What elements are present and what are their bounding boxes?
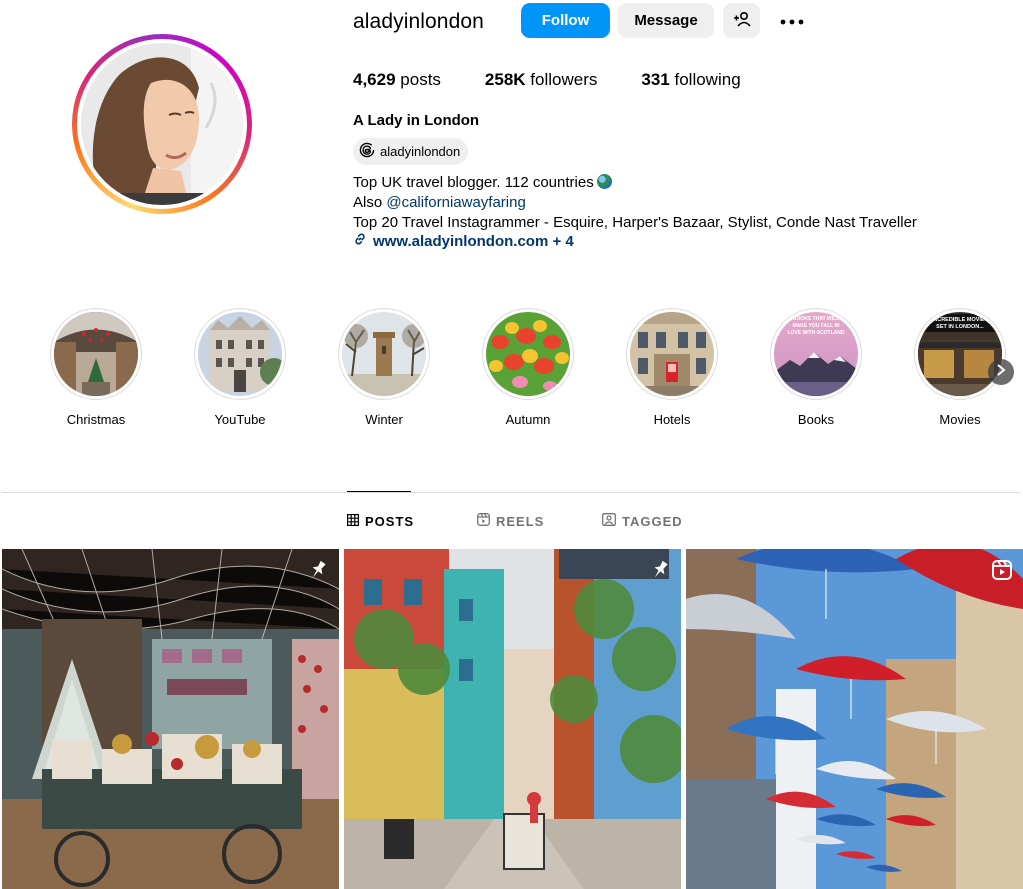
highlight-label: Books (797, 412, 835, 427)
active-tab-indicator (347, 491, 411, 492)
section-divider (2, 492, 1021, 493)
tab-label: POSTS (365, 513, 415, 529)
bio-line-3: Top 20 Travel Instagrammer - Esquire, Ha… (353, 214, 917, 231)
highlight-winter[interactable]: Winter (338, 308, 430, 427)
post-image-christmas-shop (2, 549, 339, 889)
highlight-label: Movies (939, 412, 981, 427)
bio-line-1: Top UK travel blogger. 112 countries (353, 174, 594, 191)
bio-line-2-prefix: Also (353, 194, 387, 211)
profile-picture-ring[interactable] (72, 34, 252, 214)
highlight-label: Hotels (653, 412, 691, 427)
highlight-cover-youtube (198, 312, 282, 396)
add-person-icon (733, 10, 751, 32)
reel-icon (991, 559, 1013, 586)
highlight-label: Winter (365, 412, 403, 427)
posts-stat: 4,629 posts (353, 70, 441, 89)
more-options-button[interactable] (770, 3, 814, 38)
highlight-cover-winter (342, 312, 426, 396)
profile-stats: 4,629 posts 258K followers 331 following (353, 70, 741, 90)
pin-icon (307, 559, 329, 586)
tab-reels[interactable]: REELS (477, 508, 544, 534)
external-links[interactable]: www.aladyinlondon.com + 4 (353, 232, 574, 250)
highlight-christmas[interactable]: Christmas (50, 308, 142, 427)
profile-username: aladyinlondon (353, 10, 484, 33)
highlight-label: YouTube (214, 412, 266, 427)
globe-icon (596, 174, 612, 189)
post-image-umbrellas-alley (686, 549, 1023, 889)
highlight-autumn[interactable]: Autumn (482, 308, 574, 427)
link-icon (353, 232, 367, 250)
svg-text:MAKE YOU FALL IN: MAKE YOU FALL IN (792, 323, 839, 329)
profile-picture[interactable] (81, 43, 243, 205)
ellipsis-icon (780, 12, 804, 29)
following-link[interactable]: 331 following (641, 70, 740, 90)
reels-icon (477, 513, 490, 529)
chevron-right-icon (996, 363, 1006, 381)
threads-icon (359, 142, 375, 161)
post-image-colourful-courtyard (344, 549, 681, 889)
more-links[interactable]: + 4 (548, 233, 573, 250)
website-link[interactable]: www.aladyinlondon.com (373, 233, 548, 250)
threads-handle: aladyinlondon (380, 144, 461, 159)
svg-text:LOVE WITH SCOTLAND: LOVE WITH SCOTLAND (788, 330, 845, 336)
highlights-next-button[interactable] (988, 359, 1014, 385)
post-tile-1[interactable] (2, 549, 339, 889)
svg-text:BOOKS THAT WILL: BOOKS THAT WILL (793, 316, 839, 322)
tab-posts[interactable]: POSTS (347, 508, 414, 534)
highlight-cover-christmas (54, 312, 138, 396)
highlight-youtube[interactable]: YouTube (194, 308, 286, 427)
highlight-label: Autumn (505, 412, 551, 427)
svg-text:INCREDIBLE MOVIES: INCREDIBLE MOVIES (932, 317, 989, 323)
svg-text:SET IN LONDON...: SET IN LONDON... (936, 324, 984, 330)
tab-label: TAGGED (622, 513, 683, 529)
threads-badge[interactable]: aladyinlondon (353, 138, 469, 165)
profile-bio: Top UK travel blogger. 112 countries Als… (353, 173, 917, 233)
highlight-cover-movies: INCREDIBLE MOVIES SET IN LONDON... (918, 312, 1002, 396)
highlight-books[interactable]: BOOKS THAT WILL MAKE YOU FALL IN LOVE WITH… (770, 308, 862, 427)
follow-button[interactable]: Follow (521, 3, 610, 38)
tab-tagged[interactable]: TAGGED (602, 508, 683, 534)
followers-link[interactable]: 258K followers (485, 70, 597, 90)
bio-mention-link[interactable]: @californiawayfaring (386, 194, 525, 211)
highlight-label: Christmas (66, 412, 126, 427)
highlight-cover-hotels (630, 312, 714, 396)
highlight-hotels[interactable]: Hotels (626, 308, 718, 427)
highlight-cover-autumn (486, 312, 570, 396)
grid-icon (347, 513, 360, 529)
post-tile-3[interactable] (686, 549, 1023, 889)
highlight-cover-books: BOOKS THAT WILL MAKE YOU FALL IN LOVE WITH… (774, 312, 858, 396)
post-tile-2[interactable] (344, 549, 681, 889)
tagged-icon (602, 513, 616, 529)
profile-full-name: A Lady in London (353, 112, 480, 129)
suggest-similar-button[interactable] (723, 3, 760, 38)
tab-label: REELS (496, 513, 545, 529)
message-button[interactable]: Message (618, 3, 714, 38)
pin-icon (649, 559, 671, 586)
